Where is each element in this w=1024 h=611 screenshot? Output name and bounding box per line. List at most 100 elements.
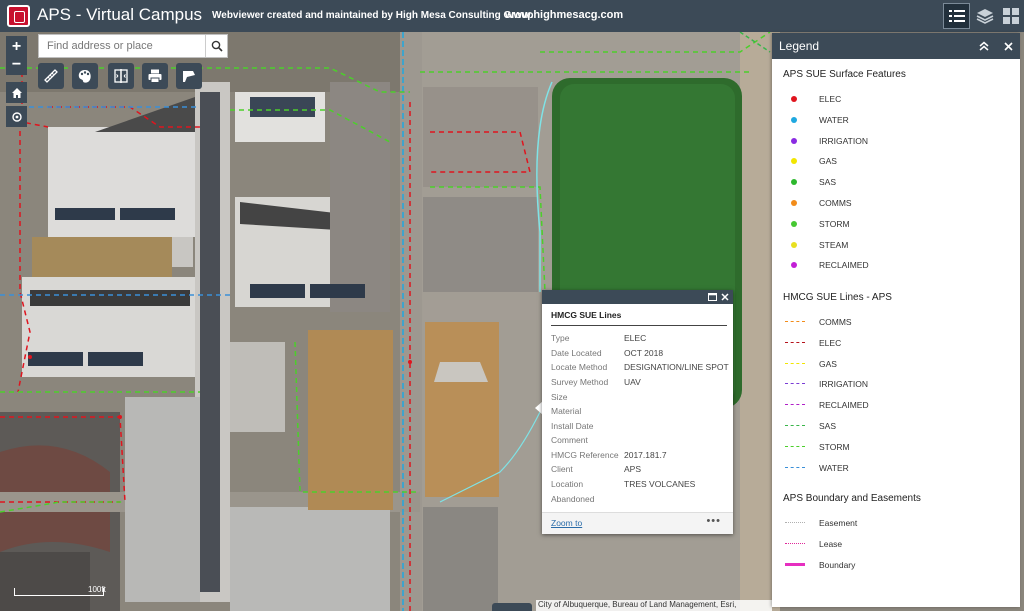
close-icon bbox=[1003, 41, 1013, 51]
popup-field-value: 2017.181.7 bbox=[624, 450, 667, 460]
legend-symbol bbox=[783, 357, 807, 371]
legend-item: Easement bbox=[783, 516, 857, 530]
legend-item: IRRIGATION bbox=[783, 134, 868, 148]
popup-field-label: Install Date bbox=[551, 421, 594, 431]
popup-field-value: OCT 2018 bbox=[624, 348, 664, 358]
more-actions-button[interactable]: ••• bbox=[706, 515, 721, 527]
popup-field-value: DESIGNATION/LINE SPOT bbox=[624, 362, 729, 372]
popup-field-label: Locate Method bbox=[551, 362, 608, 372]
close-icon[interactable] bbox=[721, 293, 729, 301]
search-button[interactable] bbox=[205, 35, 227, 57]
popup-divider bbox=[551, 325, 727, 326]
legend-item-label: STEAM bbox=[819, 239, 849, 250]
legend-item: RECLAIMED bbox=[783, 398, 869, 412]
legend-item-label: GAS bbox=[819, 156, 837, 167]
legend-symbol bbox=[783, 537, 807, 551]
aps-logo bbox=[7, 5, 30, 27]
popup-field-label: Date Located bbox=[551, 348, 602, 358]
legend-item-label: SAS bbox=[819, 177, 837, 188]
legend-item: ELEC bbox=[783, 336, 841, 350]
zoom-to-link[interactable]: Zoom to bbox=[551, 518, 582, 528]
legend-item-label: IRRIGATION bbox=[819, 135, 868, 146]
legend-symbol bbox=[783, 336, 807, 350]
chevron-double-up-icon bbox=[979, 41, 989, 51]
legend-panel: Legend APS SUE Surface Features ELEC WATER… bbox=[772, 33, 1020, 607]
legend-item-label: WATER bbox=[819, 462, 849, 473]
swipe-tool-button[interactable] bbox=[108, 63, 134, 89]
website-link[interactable]: www.highmesacg.com bbox=[505, 9, 623, 21]
map-attribution: City of Albuquerque, Bureau of Land Mana… bbox=[536, 600, 772, 611]
feature-popup: HMCG SUE Lines Type ELEC Date Located OCT 2… bbox=[542, 290, 733, 534]
legend-item: SAS bbox=[783, 175, 836, 189]
legend-item-label: STORM bbox=[819, 218, 850, 229]
legend-list-icon bbox=[948, 10, 965, 22]
app-subtitle: Webviewer created and maintained by High… bbox=[212, 10, 534, 21]
legend-item: Boundary bbox=[783, 558, 855, 572]
locate-icon bbox=[11, 111, 22, 122]
legend-symbol bbox=[783, 134, 807, 148]
style-tool-button[interactable] bbox=[72, 63, 98, 89]
legend-symbol bbox=[783, 398, 807, 412]
popup-field-label: Client bbox=[551, 464, 573, 474]
legend-item-label: IRRIGATION bbox=[819, 379, 868, 390]
legend-symbol bbox=[783, 92, 807, 106]
popup-field-value: UAV bbox=[624, 377, 641, 387]
search-input[interactable] bbox=[39, 35, 205, 57]
popup-field-value: TRES VOLCANES bbox=[624, 479, 696, 489]
legend-item: GAS bbox=[783, 154, 837, 168]
search-icon bbox=[211, 40, 223, 52]
legend-section-title: HMCG SUE Lines - APS bbox=[783, 292, 892, 303]
popup-field-value: APS bbox=[624, 464, 642, 474]
palette-icon bbox=[78, 70, 91, 83]
legend-symbol bbox=[783, 558, 807, 572]
legend-item: STORM bbox=[783, 217, 850, 231]
zoom-out-button[interactable]: − bbox=[6, 54, 27, 75]
draw-icon bbox=[183, 71, 195, 82]
legend-symbol bbox=[783, 175, 807, 189]
popup-field-label: Material bbox=[551, 406, 582, 416]
legend-item: SAS bbox=[783, 419, 836, 433]
legend-item-label: RECLAIMED bbox=[819, 400, 869, 411]
basemap-gallery-button[interactable] bbox=[997, 3, 1024, 29]
layers-button[interactable] bbox=[971, 3, 998, 29]
measure-icon bbox=[44, 69, 58, 83]
home-button[interactable] bbox=[6, 82, 27, 103]
home-icon bbox=[11, 87, 22, 98]
legend-symbol bbox=[783, 516, 807, 530]
legend-item: RECLAIMED bbox=[783, 258, 869, 272]
legend-item: STORM bbox=[783, 440, 850, 454]
legend-item-label: COMMS bbox=[819, 198, 852, 208]
legend-symbol bbox=[783, 154, 807, 168]
legend-item-label: WATER bbox=[819, 114, 849, 125]
legend-item-label: Boundary bbox=[819, 560, 856, 570]
legend-item: GAS bbox=[783, 357, 837, 371]
attribute-table-toggle[interactable] bbox=[492, 603, 532, 611]
popup-field-label: Survey Method bbox=[551, 377, 609, 387]
layers-icon bbox=[976, 9, 993, 24]
legend-symbol bbox=[783, 258, 807, 272]
legend-toggle-button[interactable] bbox=[943, 3, 970, 29]
legend-section-title: APS SUE Surface Features bbox=[783, 69, 906, 80]
popup-field-label: Comment bbox=[551, 435, 588, 445]
legend-symbol bbox=[783, 377, 807, 391]
measure-tool-button[interactable] bbox=[38, 63, 64, 89]
close-legend-button[interactable] bbox=[1000, 38, 1016, 54]
legend-item-label: SAS bbox=[819, 421, 837, 431]
legend-item-label: COMMS bbox=[819, 317, 852, 327]
popup-field-label: Location bbox=[551, 479, 584, 489]
print-tool-button[interactable] bbox=[142, 63, 168, 89]
legend-item: WATER bbox=[783, 461, 849, 475]
legend-item-label: RECLAIMED bbox=[819, 260, 869, 271]
legend-item: IRRIGATION bbox=[783, 377, 868, 391]
draw-tool-button[interactable] bbox=[176, 63, 202, 89]
basemap-gallery-icon bbox=[1002, 8, 1019, 24]
legend-item-label: Easement bbox=[819, 518, 858, 528]
legend-symbol bbox=[783, 196, 807, 210]
search-box bbox=[38, 34, 228, 58]
maximize-icon[interactable] bbox=[708, 293, 717, 301]
legend-item: Lease bbox=[783, 537, 842, 551]
popup-title: HMCG SUE Lines bbox=[551, 310, 622, 320]
collapse-legend-button[interactable] bbox=[976, 38, 992, 54]
locate-button[interactable] bbox=[6, 106, 27, 127]
legend-symbol bbox=[783, 238, 807, 252]
